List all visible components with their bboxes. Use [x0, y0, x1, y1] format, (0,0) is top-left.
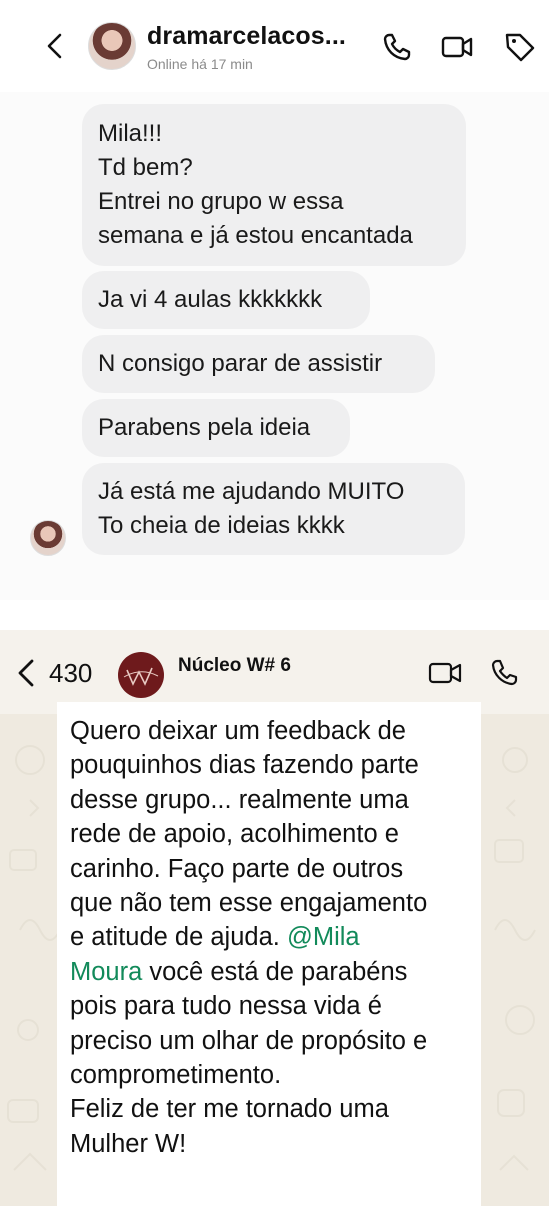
contact-name[interactable]: dramarcelacos... — [147, 22, 346, 51]
phone-icon[interactable] — [490, 658, 520, 688]
message-line: Já está me ajudando MUITO — [98, 478, 405, 505]
message-bubble[interactable]: Ja vi 4 aulas kkkkkkk — [82, 271, 370, 329]
message-bubble[interactable]: Já está me ajudando MUITO To cheia de id… — [82, 463, 465, 555]
message-line: pois para tudo nessa vida é — [70, 992, 382, 1021]
contact-avatar[interactable] — [88, 22, 136, 70]
back-chevron-icon[interactable] — [40, 30, 72, 62]
ig-header: dramarcelacos... Online há 17 min — [0, 0, 549, 92]
unread-count[interactable]: 430 — [49, 658, 92, 689]
back-chevron-icon[interactable] — [14, 658, 38, 688]
message-line: Quero deixar um feedback de — [70, 717, 406, 745]
mention-link[interactable]: @Mila — [287, 923, 360, 951]
message-line: rede de apoio, acolhimento e — [70, 820, 399, 849]
sender-avatar[interactable] — [30, 520, 66, 556]
message-line: Parabens pela ideia — [98, 414, 311, 441]
group-logo-icon — [123, 667, 159, 686]
message-line-with-mention: e atitude de ajuda. @Mila — [70, 920, 469, 954]
message-line: Entrei no grupo w essa — [98, 188, 344, 215]
phone-icon[interactable] — [380, 30, 414, 64]
message-bubble[interactable]: Quero deixar um feedback de pouquinhos d… — [57, 702, 481, 1206]
message-line: carinho. Faço parte de outros — [70, 854, 404, 883]
message-line: preciso um olhar de propósito e — [70, 1026, 428, 1055]
message-line: que não tem esse engajamento — [70, 889, 428, 918]
online-status: Online há 17 min — [147, 56, 253, 72]
instagram-dm-screen: dramarcelacos... Online há 17 min Mila!!… — [0, 0, 549, 600]
message-line: comprometimento. — [70, 1061, 282, 1090]
group-name[interactable]: Núcleo W# 6 — [178, 655, 291, 677]
message-text: você está de parabéns — [142, 957, 408, 986]
tag-icon[interactable] — [503, 30, 537, 64]
message-line: Ja vi 4 aulas kkkkkkk — [98, 286, 323, 313]
message-bubble[interactable]: N consigo parar de assistir — [82, 335, 435, 393]
group-avatar[interactable] — [118, 652, 164, 698]
message-line: N consigo parar de assistir — [98, 350, 383, 377]
message-line: desse grupo... realmente uma — [70, 785, 409, 814]
message-line: Feliz de ter me tornado uma — [70, 1095, 389, 1124]
video-call-icon[interactable] — [428, 660, 462, 686]
message-text: e atitude de ajuda. — [70, 923, 287, 952]
message-line: To cheia de ideias kkkk — [98, 512, 345, 539]
whatsapp-chat-screen: 430 Núcleo W# 6 Quero deixar um feedback… — [0, 630, 549, 1206]
message-line: semana e já estou encantada — [98, 222, 413, 249]
message-line: Mila!!! — [98, 120, 163, 147]
message-line: pouquinhos dias fazendo parte — [70, 751, 419, 780]
message-line: Td bem? — [98, 154, 193, 181]
message-bubble[interactable]: Parabens pela ideia — [82, 399, 350, 457]
message-line-with-mention: Moura você está de parabéns — [70, 955, 469, 989]
mention-link[interactable]: Moura — [70, 958, 142, 986]
message-bubble[interactable]: Mila!!! Td bem? Entrei no grupo w essa s… — [82, 104, 466, 266]
video-call-icon[interactable] — [440, 30, 474, 64]
message-line: Mulher W! — [70, 1129, 187, 1158]
